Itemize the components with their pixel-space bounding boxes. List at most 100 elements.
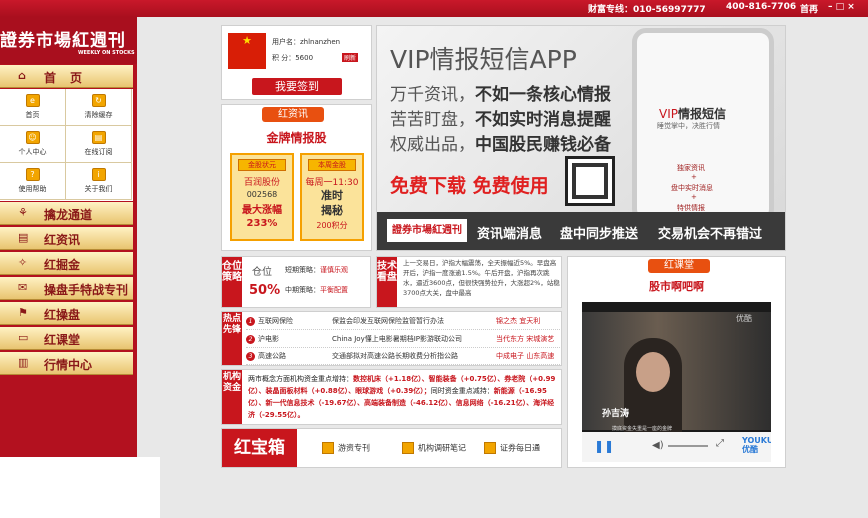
sidebar: 證券市場紅週刊 WEEKLY ON STOCKS ⌂ 首页 e 首页 ↻ 清除缓存 … <box>0 17 137 457</box>
reveal-time: 每周一11:30 <box>305 178 359 188</box>
strip-item: 交易机会不再错过 <box>658 227 763 242</box>
table-row[interactable]: 3 高速公路 交通部拟对高速公路长期收费分析指公路 中成电子 山东高速 <box>246 348 560 365</box>
table-row[interactable]: 1 互联网保险 保监会印发互联网保险监管暂行办法 锦之杰 宜天利 <box>246 313 560 330</box>
vip-app-banner[interactable]: VIP情报短信APP 万千资讯，不如一条核心情报 苦苦盯盘，不如实时消息提醒 权… <box>376 25 786 251</box>
video-watermark: 优酷 <box>736 314 752 323</box>
player-controls: ❚❚ ◀) ⤢ YOUKU 优酷 <box>582 432 771 462</box>
chart-icon: ▥ <box>18 356 29 369</box>
player-logo: YOUKU 优酷 <box>742 436 771 454</box>
nav-trader-special[interactable]: ✉ 操盘手特战专刊 <box>0 277 133 300</box>
phone-title-a: VIP <box>659 107 678 121</box>
gain-label: 最大涨幅 <box>242 205 282 216</box>
logo-title: 證券市場紅週刊 <box>0 31 126 51</box>
treasure-item-label: 证券每日通 <box>500 443 540 453</box>
window-controls[interactable]: – □ × <box>828 2 855 12</box>
video-subcaption: 摸底资金失重是一座的金牌 <box>612 426 673 432</box>
tab-red-class[interactable]: 红课堂 <box>648 259 710 273</box>
presenter-face <box>636 352 670 392</box>
position-value: 50% <box>249 283 281 298</box>
banner-line-a: 权威出品， <box>390 135 475 155</box>
treasure-item[interactable]: 游资专刊 <box>322 442 370 454</box>
mail-icon: ✉ <box>18 281 28 294</box>
quick-profile[interactable]: ☺ 个人中心 <box>0 126 66 163</box>
treasure-title: 红宝箱 <box>222 429 297 467</box>
nav-red-gold[interactable]: ✧ 红掘金 <box>0 252 133 275</box>
quick-home[interactable]: e 首页 <box>0 89 66 126</box>
nav-market-center[interactable]: ▥ 行情中心 <box>0 352 133 375</box>
gold-stock-card[interactable]: 金股状元 百润股份 002568 最大涨幅 233% <box>230 153 294 241</box>
qr-code-icon <box>565 156 615 206</box>
card-tag: 本周金股 <box>308 159 356 171</box>
row-news: 交通部拟对高速公路长期收费分析指公路 <box>332 352 458 360</box>
quick-clear-cache[interactable]: ↻ 清除缓存 <box>66 89 132 126</box>
mid-strategy: 中期策略：平衡配置 <box>285 285 348 295</box>
user-icon: ☺ <box>25 131 40 144</box>
nav-red-class[interactable]: ▭ 红课堂 <box>0 327 133 350</box>
signin-button[interactable]: 我要签到 <box>252 78 342 95</box>
daily-icon <box>484 442 496 454</box>
weekly-stock-card[interactable]: 本周金股 每周一11:30 准时 揭秘 200积分 <box>300 153 364 241</box>
banner-line-a: 万千资讯， <box>390 85 475 105</box>
tech-text: 上一交易日，沪指大幅震荡，全天振幅近5%。早盘高开后，沪指一度涨逾1.5%。午后… <box>403 259 560 297</box>
banner-line-b: 不如一条核心情报 <box>475 85 611 105</box>
quick-help[interactable]: ? 使用帮助 <box>0 163 66 200</box>
tab-red-news[interactable]: 红资讯 <box>262 107 324 122</box>
banner-title: VIP情报短信APP <box>390 45 577 74</box>
nav-label: 擒龙通道 <box>44 208 93 222</box>
nav-home[interactable]: ⌂ 首页 <box>0 65 133 88</box>
treasure-item[interactable]: 证券每日通 <box>484 442 540 454</box>
phone-line: + <box>691 173 697 181</box>
phone-line: 盘中实时消息 <box>671 184 713 192</box>
table-row[interactable]: 2 沪电影 China Joy懂上电影暑期档IP影游联动公司 当代东方 宋城演艺 <box>246 331 560 348</box>
treasure-item[interactable]: 机构调研笔记 <box>402 442 466 454</box>
flag-icon: ⚑ <box>18 306 28 319</box>
row-topic: 互联网保险 <box>258 317 293 325</box>
institution-funds: 机构资金 两市概念方面机构资金重点增持：数控机床（+1.18亿）、智能装备（+0… <box>221 369 562 425</box>
phone-slogan: 睡觉掌中，决胜行情 <box>657 122 720 130</box>
ie-icon: e <box>25 94 40 107</box>
notes-icon <box>402 442 414 454</box>
video-player[interactable]: 孙吉涛 摸底资金失重是一座的金牌 优酷 ❚❚ ◀) ⤢ YOUKU 优酷 <box>582 302 771 462</box>
refresh-badge[interactable]: 刷新 <box>342 53 359 62</box>
subscribe-icon: ▤ <box>91 131 106 144</box>
top-link[interactable]: 首再 <box>800 2 818 15</box>
banner-strip: 證券市場紅週刊 资讯端消息 盘中同步推送 交易机会不再错过 <box>377 212 785 250</box>
nav-label: 红课堂 <box>44 333 81 347</box>
user-panel: ★ 用户名：zhlnanzhen 积 分：5600 刷新 我要签到 <box>221 25 372 100</box>
phone-line: + <box>691 193 697 201</box>
gold-stocks-panel: 红资讯 金牌情报股 金股状元 百润股份 002568 最大涨幅 233% 本周金… <box>221 104 372 251</box>
row-number: 2 <box>246 335 255 344</box>
phone-title-b: 情报短信 <box>677 107 726 121</box>
institution-mid: 同时资金重点减持： <box>430 387 494 395</box>
info-icon: i <box>91 168 106 181</box>
fullscreen-icon[interactable]: ⤢ <box>716 438 724 449</box>
banner-line: 权威出品，中国股民赚钱必备 <box>390 130 611 155</box>
pause-icon[interactable]: ❚❚ <box>594 439 614 453</box>
row-number: 1 <box>246 317 255 326</box>
nav-dragon-channel[interactable]: ⚘ 擒龙通道 <box>0 202 133 225</box>
quick-about[interactable]: i 关于我们 <box>66 163 132 200</box>
nav-red-trading[interactable]: ⚑ 红操盘 <box>0 302 133 325</box>
volume-icon[interactable]: ◀) <box>652 440 664 451</box>
stock-name: 百润股份 <box>243 178 280 188</box>
hotline-text: 财富专线：010-56997777 <box>588 5 706 15</box>
short-label: 短期策略： <box>285 266 320 274</box>
news-icon: ▤ <box>18 231 29 244</box>
nav-label: 红操盘 <box>44 308 81 322</box>
nav-red-news[interactable]: ▤ 红资讯 <box>0 227 133 250</box>
short-value: 谨慎乐观 <box>320 266 348 274</box>
quick-label: 在线订阅 <box>84 148 113 156</box>
phone-illustration: VIP情报短信 睡觉掌中，决胜行情 独家资讯 + 盘中实时消息 + 特供情报 <box>632 28 774 223</box>
volume-slider[interactable] <box>668 445 708 447</box>
quick-subscribe[interactable]: ▤ 在线订阅 <box>66 126 132 163</box>
gold-icon: ✧ <box>18 256 28 269</box>
home-icon: ⌂ <box>18 69 26 82</box>
institution-intro: 两市概念方面机构资金重点增持： <box>248 375 353 383</box>
nav-home-label: 首页 <box>44 71 97 85</box>
strip-item: 资讯端消息 <box>477 227 543 242</box>
treasure-item-label: 游资专刊 <box>338 443 370 453</box>
quick-label: 使用帮助 <box>18 185 47 193</box>
refresh-icon: ↻ <box>91 94 106 107</box>
banner-line: 苦苦盯盘，不如实时消息提醒 <box>390 105 611 130</box>
gain-value: 233% <box>246 218 278 229</box>
